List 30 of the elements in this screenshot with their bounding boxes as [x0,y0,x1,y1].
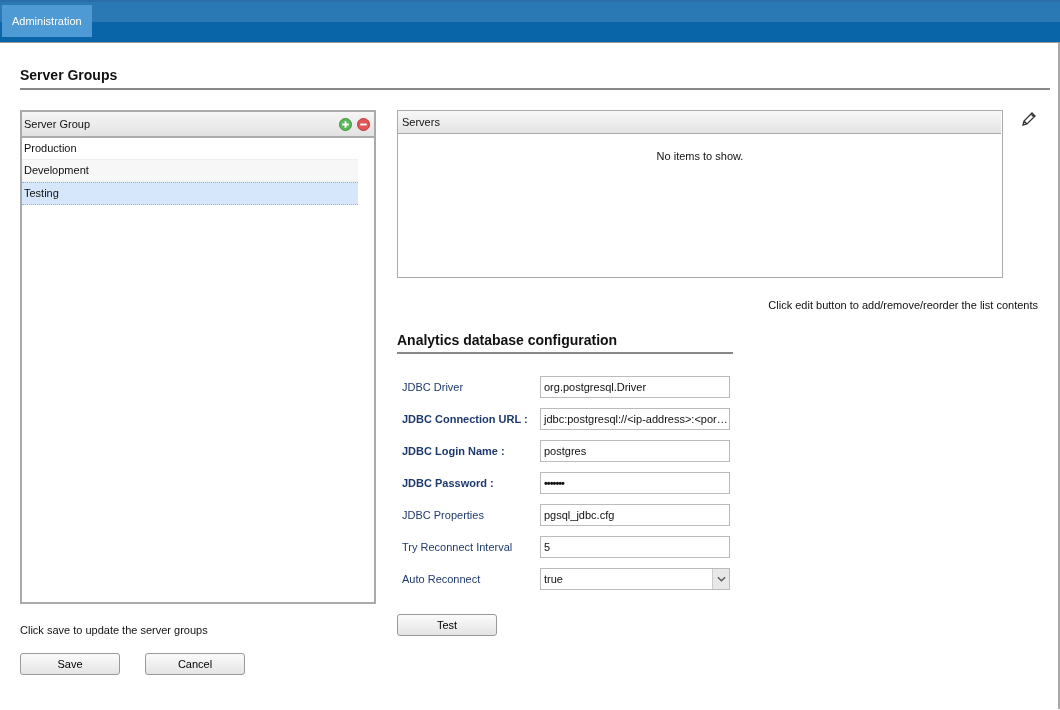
save-button[interactable]: Save [20,653,120,675]
input-field[interactable]: 5 [540,536,730,558]
save-hint: Click save to update the server groups [20,624,209,636]
column-header: Servers [402,116,440,128]
remove-icon[interactable] [357,117,370,131]
input-field[interactable]: pgsql_jdbc.cfg [540,504,730,526]
edit-hint: Click edit button to add/remove/reorder the list contents [767,299,1039,311]
password-field[interactable]: ••••••• [540,472,730,494]
field-label: JDBC Properties [401,509,485,521]
chevron-down-icon [716,576,726,582]
field-label: Try Reconnect Interval [401,541,514,553]
input-field[interactable]: postgres [540,440,730,462]
dropdown[interactable]: true [540,568,730,590]
test-button[interactable]: Test [397,614,497,636]
section-title: Analytics database configuration [397,332,733,354]
input-field[interactable]: org.postgresql.Driver [540,376,730,398]
field-label: JDBC Login Name : [401,445,506,457]
page-title: Server Groups [20,67,119,83]
column-header: Server Group [24,118,92,130]
field-label: Auto Reconnect [401,573,482,585]
field-label: JDBC Connection URL : [401,413,529,425]
list-item[interactable]: Development [22,160,358,182]
edit-icon[interactable] [1021,111,1037,127]
field-label: JDBC Password : [401,477,495,489]
list-item[interactable]: Testing [22,182,358,205]
cancel-button[interactable]: Cancel [145,653,245,675]
input-field[interactable]: jdbc:postgresql://<ip-address>:<por… [540,408,730,430]
empty-message: No items to show. [656,150,744,162]
field-label: JDBC Driver [401,381,465,393]
add-icon[interactable] [339,117,352,131]
